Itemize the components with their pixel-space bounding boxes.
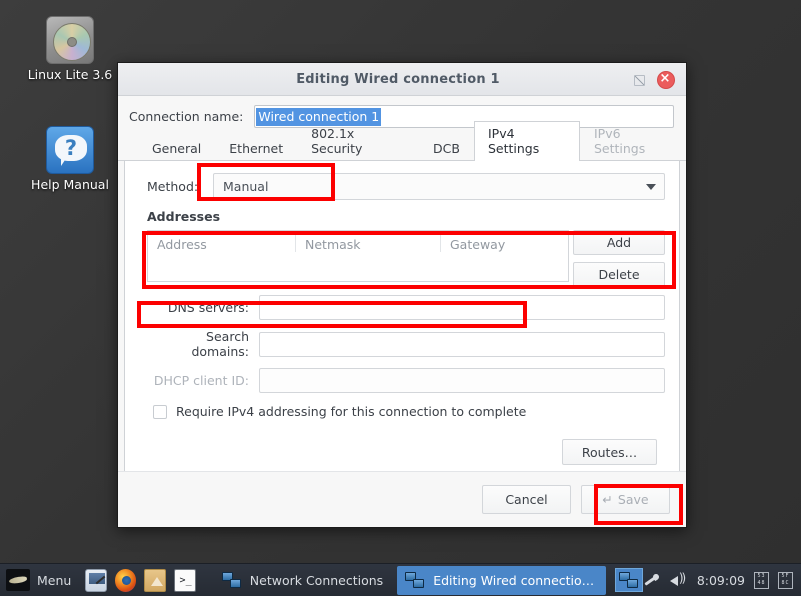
network-icon bbox=[221, 571, 242, 589]
taskbar-window-editing-wired-connection[interactable]: Editing Wired connectio… bbox=[397, 565, 607, 595]
tab-ipv6-settings[interactable]: IPv6 Settings bbox=[580, 121, 686, 161]
taskbar-window-thumbnail[interactable] bbox=[614, 568, 643, 592]
save-button-label: Save bbox=[617, 492, 649, 507]
network-icon bbox=[405, 571, 425, 589]
taskbar: Menu Network Connections Editing Wired c… bbox=[0, 563, 801, 596]
dns-servers-row: DNS servers: bbox=[139, 295, 665, 320]
tab-ipv4-settings[interactable]: IPv4 Settings bbox=[473, 121, 580, 161]
tab-8021x-security[interactable]: 802.1x Security bbox=[297, 121, 419, 161]
require-ipv4-checkbox[interactable] bbox=[153, 404, 167, 419]
tab-dcb[interactable]: DCB bbox=[419, 136, 474, 161]
search-domains-input[interactable] bbox=[259, 331, 665, 357]
desktop-icon-help-manual[interactable]: Help Manual bbox=[20, 126, 120, 192]
system-tray: 8:09:09 53 48 5F 8C bbox=[643, 571, 801, 589]
clock[interactable]: 8:09:09 bbox=[697, 573, 745, 588]
chevron-down-icon bbox=[646, 183, 656, 190]
column-header-netmask: Netmask bbox=[296, 234, 441, 252]
linux-lite-logo-icon bbox=[6, 569, 30, 591]
missing-glyph-box-2: 5F 8C bbox=[778, 571, 793, 589]
method-row: Method: Manual bbox=[139, 173, 665, 200]
tab-ethernet[interactable]: Ethernet bbox=[215, 136, 297, 161]
missing-glyph-box-1: 53 48 bbox=[754, 571, 769, 589]
dns-servers-input[interactable] bbox=[259, 295, 665, 320]
taskbar-window-label: Network Connections bbox=[249, 572, 384, 588]
settings-tabs: General Ethernet 802.1x Security DCB IPv… bbox=[118, 121, 686, 161]
question-bubble-icon bbox=[46, 126, 94, 174]
desktop-icon-label: Help Manual bbox=[31, 177, 109, 192]
dvd-disc-icon bbox=[46, 16, 94, 64]
require-ipv4-row[interactable]: Require IPv4 addressing for this connect… bbox=[139, 404, 665, 419]
method-dropdown[interactable]: Manual bbox=[213, 173, 665, 200]
glyph-code-top: 5F bbox=[781, 573, 790, 579]
connection-name-label: Connection name: bbox=[129, 109, 244, 124]
method-label: Method: bbox=[147, 179, 199, 194]
maximize-icon[interactable] bbox=[626, 66, 652, 92]
addresses-table-header: Address Netmask Gateway bbox=[148, 231, 568, 255]
column-header-gateway: Gateway bbox=[450, 237, 506, 252]
delete-address-button[interactable]: Delete bbox=[573, 262, 665, 287]
network-icon bbox=[618, 571, 639, 589]
menu-label: Menu bbox=[37, 572, 72, 588]
addresses-table[interactable]: Address Netmask Gateway bbox=[147, 230, 569, 282]
volume-icon[interactable] bbox=[669, 571, 688, 589]
ipv4-settings-panel: Method: Manual Addresses Address Netmask… bbox=[124, 161, 680, 486]
routes-button[interactable]: Routes… bbox=[562, 439, 657, 465]
addresses-area: Address Netmask Gateway Add Delete bbox=[139, 230, 665, 287]
file-manager-icon[interactable] bbox=[144, 568, 167, 592]
dhcp-client-id-input[interactable] bbox=[259, 368, 665, 393]
dhcp-client-id-label: DHCP client ID: bbox=[153, 373, 249, 388]
desktop: Linux Lite 3.6 Help Manual Editing Wired… bbox=[0, 0, 801, 563]
column-header-address: Address bbox=[148, 234, 296, 252]
terminal-icon[interactable] bbox=[174, 568, 196, 592]
dialog-footer: Cancel ↵ Save bbox=[118, 471, 686, 527]
search-domains-row: Search domains: bbox=[139, 329, 665, 359]
dialog-title: Editing Wired connection 1 bbox=[296, 71, 500, 87]
dhcp-client-id-row: DHCP client ID: bbox=[139, 368, 665, 393]
routes-row: Routes… bbox=[139, 439, 665, 465]
dns-servers-label: DNS servers: bbox=[167, 300, 249, 315]
start-menu-button[interactable]: Menu bbox=[0, 564, 81, 596]
add-address-button[interactable]: Add bbox=[573, 230, 665, 255]
taskbar-window-label: Editing Wired connectio… bbox=[433, 572, 595, 588]
addresses-buttons: Add Delete bbox=[573, 230, 665, 287]
method-value: Manual bbox=[223, 179, 269, 194]
addresses-section-title: Addresses bbox=[147, 209, 221, 224]
glyph-code-bottom: 8C bbox=[781, 580, 790, 586]
close-icon[interactable] bbox=[652, 66, 678, 92]
firefox-icon[interactable] bbox=[114, 568, 137, 592]
edit-connection-dialog: Editing Wired connection 1 Connection na… bbox=[117, 62, 687, 528]
glyph-code-bottom: 48 bbox=[757, 580, 766, 586]
enter-key-icon: ↵ bbox=[602, 492, 613, 507]
desktop-icon-linux-lite[interactable]: Linux Lite 3.6 bbox=[20, 16, 120, 82]
pin-icon[interactable] bbox=[643, 572, 660, 589]
require-ipv4-label: Require IPv4 addressing for this connect… bbox=[176, 404, 527, 419]
cancel-button[interactable]: Cancel bbox=[482, 485, 571, 514]
tab-general[interactable]: General bbox=[138, 136, 215, 161]
glyph-code-top: 53 bbox=[757, 573, 766, 579]
dialog-titlebar[interactable]: Editing Wired connection 1 bbox=[118, 63, 686, 96]
taskbar-window-network-connections[interactable]: Network Connections bbox=[214, 566, 395, 595]
search-domains-label: Search domains: bbox=[191, 329, 249, 359]
desktop-icon-label: Linux Lite 3.6 bbox=[27, 67, 113, 82]
save-button[interactable]: ↵ Save bbox=[581, 485, 670, 514]
settings-icon[interactable] bbox=[85, 568, 107, 592]
addresses-table-rows[interactable] bbox=[148, 255, 568, 281]
